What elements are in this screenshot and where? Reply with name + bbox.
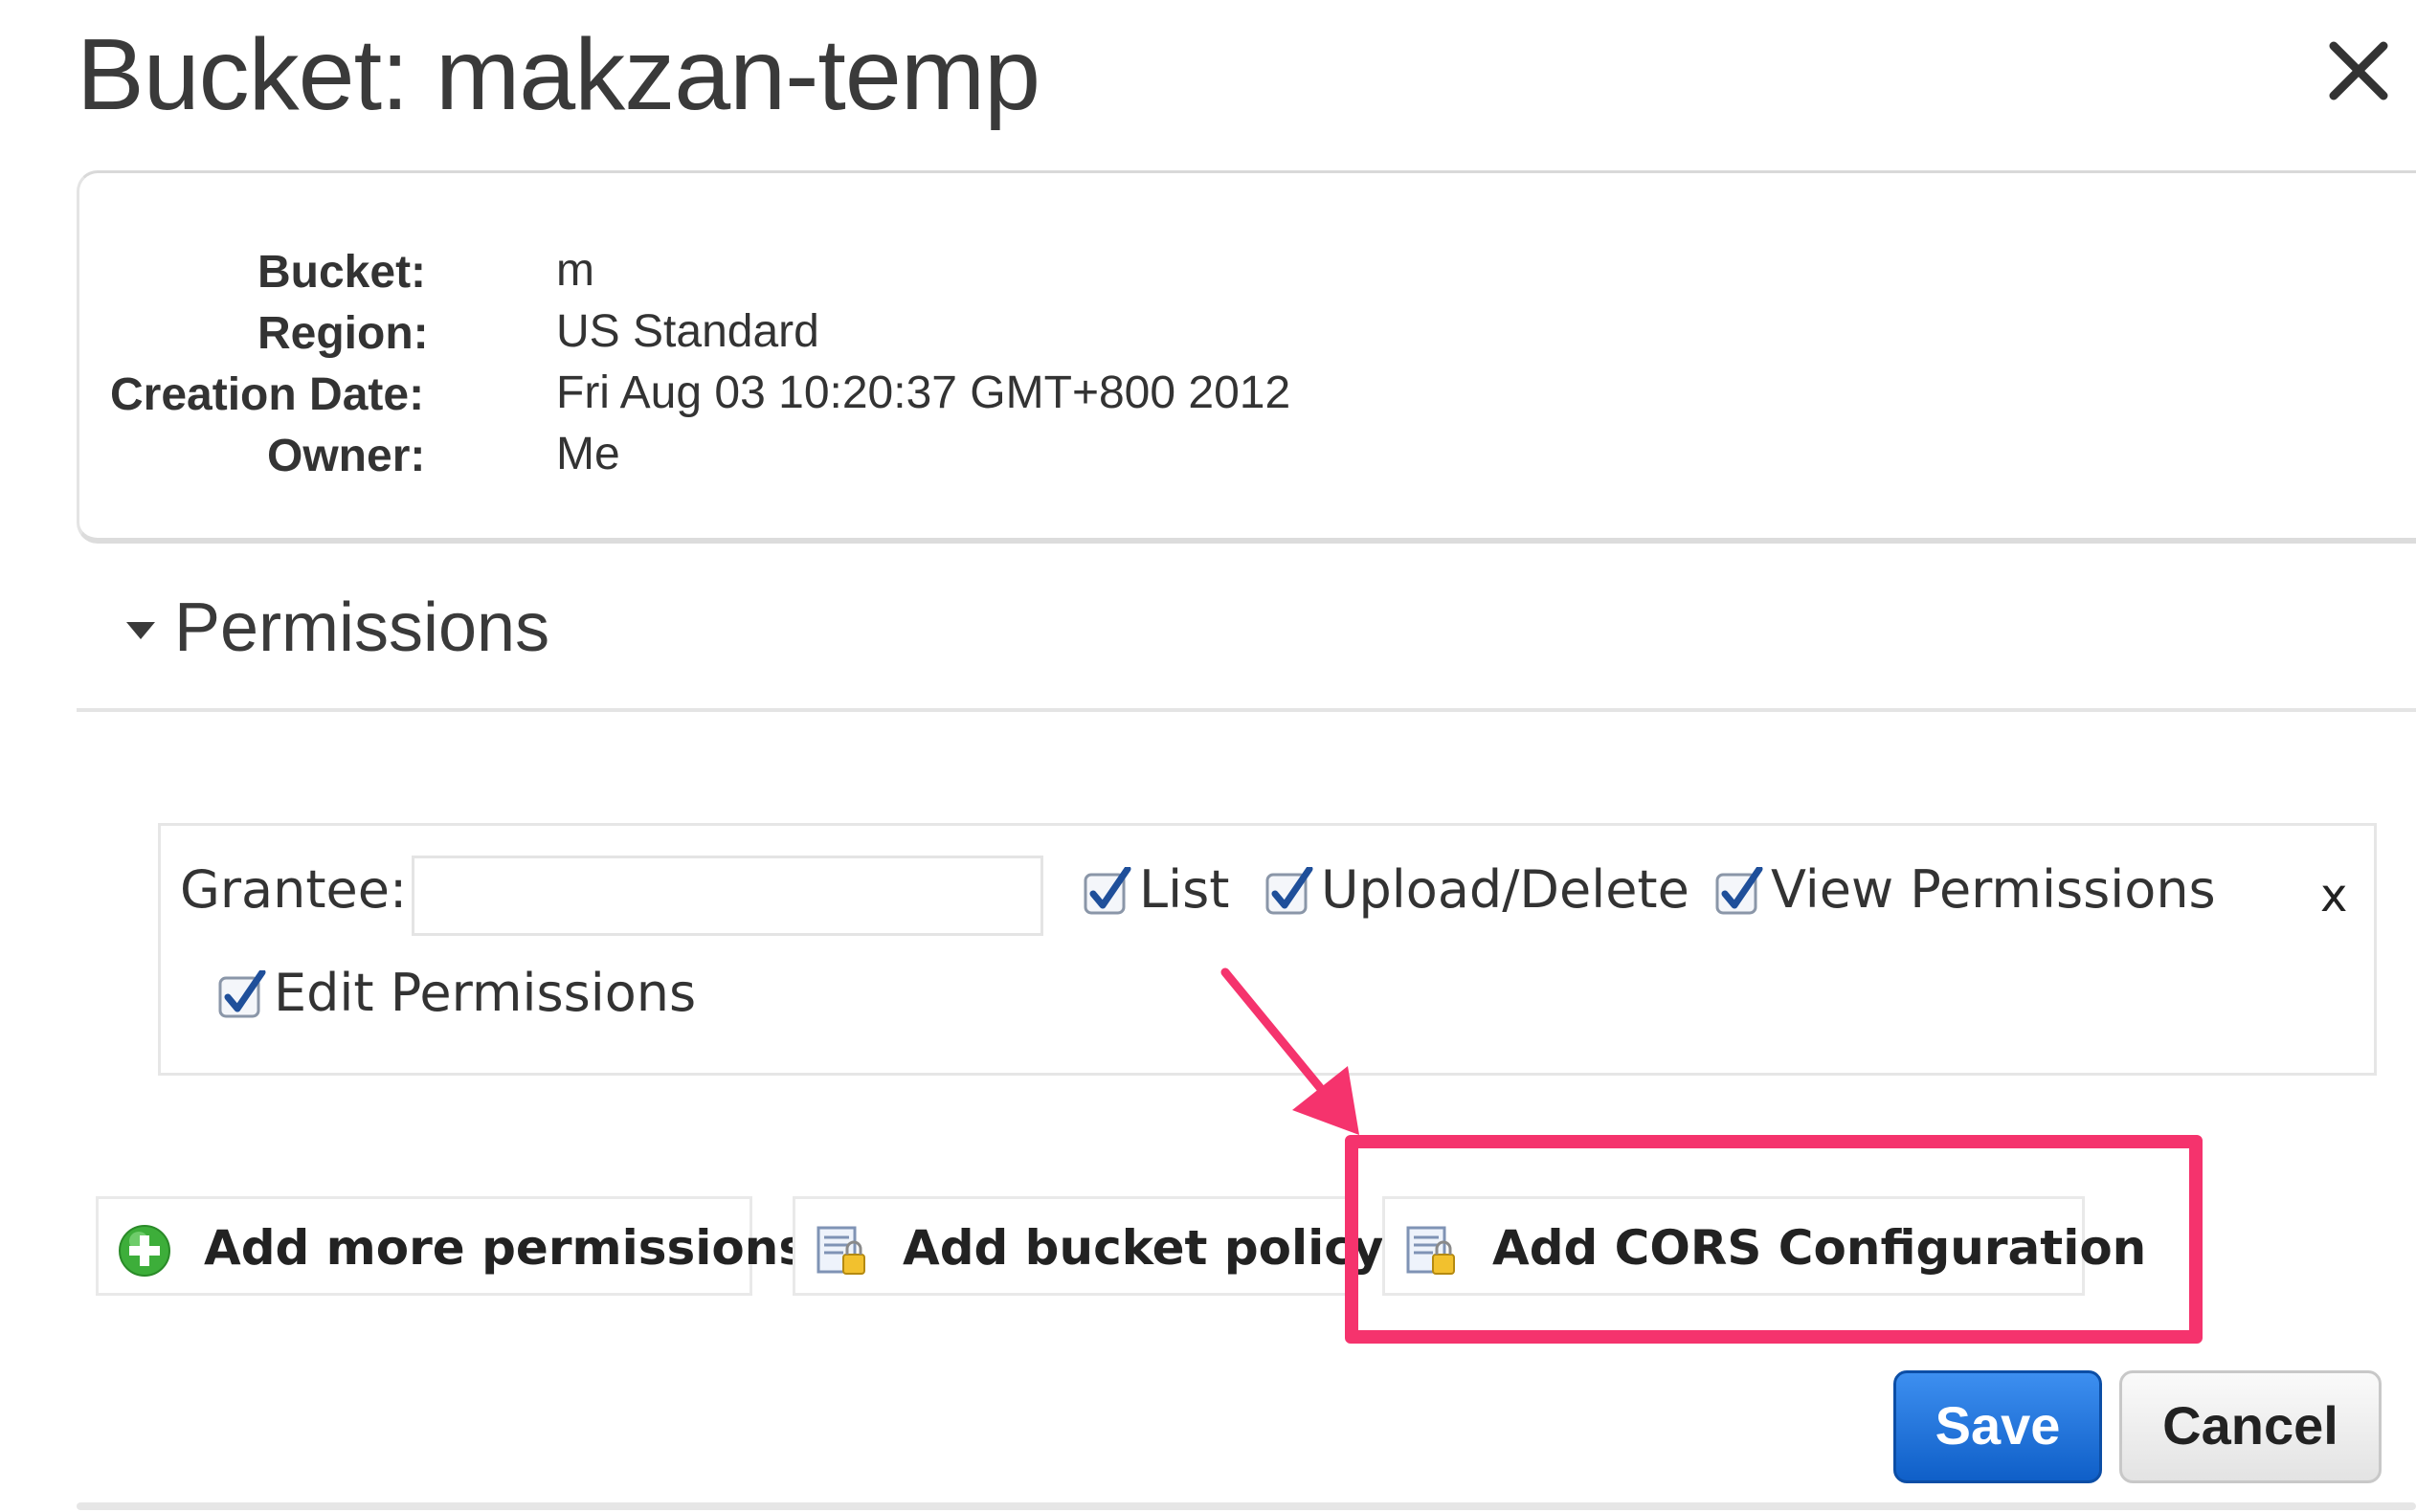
close-icon[interactable] [2324, 36, 2393, 105]
creation-date-label: Creation Date: [110, 369, 425, 420]
edit-permissions-label: Edit Permissions [274, 963, 697, 1023]
checkbox-view-permissions[interactable] [1715, 865, 1763, 915]
dialog-title: Bucket: makzan-temp [77, 18, 1040, 131]
grantee-label: Grantee: [180, 859, 408, 920]
caret-down-icon[interactable] [124, 620, 157, 646]
bucket-info-panel: Bucket: m Region: US Standard Creation D… [77, 170, 2416, 544]
owner-value: Me [556, 429, 620, 479]
highlight-annotation-box [1345, 1135, 2203, 1344]
bucket-label: Bucket: [257, 247, 427, 298]
checkbox-edit-permissions[interactable] [218, 968, 266, 1018]
region-label: Region: [257, 308, 429, 359]
view-permissions-label: View Permissions [1771, 859, 2216, 920]
checkbox-upload-delete[interactable] [1265, 865, 1313, 915]
cancel-button[interactable]: Cancel [2119, 1370, 2382, 1483]
save-button[interactable]: Save [1893, 1370, 2102, 1483]
region-value: US Standard [556, 306, 819, 357]
remove-grantee-button[interactable]: x [2320, 869, 2347, 923]
add-bucket-policy-button[interactable]: Add bucket policy [793, 1196, 1384, 1296]
grantee-input[interactable] [412, 856, 1043, 936]
permissions-title[interactable]: Permissions [174, 589, 549, 667]
pointer-arrow-icon [1216, 967, 1378, 1139]
add-more-permissions-label: Add more permissions [204, 1220, 808, 1276]
add-circle-icon [118, 1224, 171, 1278]
list-label: List [1139, 859, 1230, 920]
checkbox-list[interactable] [1084, 865, 1131, 915]
policy-document-icon [815, 1224, 868, 1278]
add-more-permissions-button[interactable]: Add more permissions [96, 1196, 807, 1296]
bottom-divider [77, 1502, 2416, 1510]
owner-label: Owner: [267, 431, 426, 481]
upload-delete-label: Upload/Delete [1321, 859, 1689, 920]
add-bucket-policy-label: Add bucket policy [903, 1220, 1384, 1276]
bucket-value: m [556, 245, 594, 296]
creation-date-value: Fri Aug 03 10:20:37 GMT+800 2012 [556, 367, 1291, 418]
